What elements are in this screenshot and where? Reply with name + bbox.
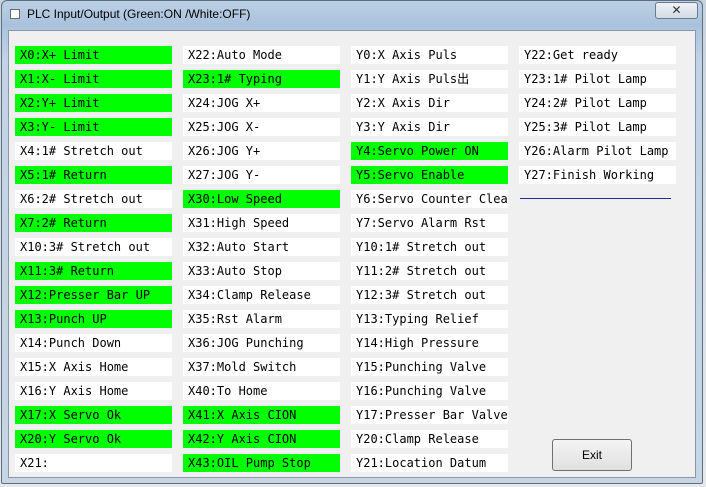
- io-signal-y17: Y17:Presser Bar Valve: [351, 406, 508, 424]
- io-signal-x1: X1:X- Limit: [15, 70, 172, 88]
- io-signal-x6: X6:2# Stretch out: [15, 190, 172, 208]
- io-signal-y23: Y23:1# Pilot Lamp: [519, 70, 676, 88]
- io-signal-y4: Y4:Servo Power ON: [351, 142, 508, 160]
- io-signal-x24: X24:JOG X+: [183, 94, 340, 112]
- io-signal-x27: X27:JOG Y-: [183, 166, 340, 184]
- io-signal-x35: X35:Rst Alarm: [183, 310, 340, 328]
- io-signal-y21: Y21:Location Datum: [351, 454, 508, 472]
- io-signal-y15: Y15:Punching Valve: [351, 358, 508, 376]
- io-signal-x20: X20:Y Servo Ok: [15, 430, 172, 448]
- io-signal-x37: X37:Mold Switch: [183, 358, 340, 376]
- io-signal-y16: Y16:Punching Valve: [351, 382, 508, 400]
- io-signal-x41: X41:X Axis CION: [183, 406, 340, 424]
- io-signal-y1: Y1:Y Axis Puls出: [351, 70, 508, 88]
- io-signal-x40: X40:To Home: [183, 382, 340, 400]
- io-signal-x43: X43:OIL Pump Stop: [183, 454, 340, 472]
- io-signal-x33: X33:Auto Stop: [183, 262, 340, 280]
- io-signal-x17: X17:X Servo Ok: [15, 406, 172, 424]
- io-signal-x32: X32:Auto Start: [183, 238, 340, 256]
- io-signal-x10: X10:3# Stretch out: [15, 238, 172, 256]
- io-signal-y10: Y10:1# Stretch out: [351, 238, 508, 256]
- exit-button[interactable]: Exit: [552, 439, 632, 471]
- io-signal-y25: Y25:3# Pilot Lamp: [519, 118, 676, 136]
- io-signal-y0: Y0:X Axis Puls: [351, 46, 508, 64]
- separator-line: [520, 198, 671, 199]
- io-signal-x36: X36:JOG Punching: [183, 334, 340, 352]
- io-signal-x14: X14:Punch Down: [15, 334, 172, 352]
- io-signal-x0: X0:X+ Limit: [15, 46, 172, 64]
- io-signal-x26: X26:JOG Y+: [183, 142, 340, 160]
- io-signal-y20: Y20:Clamp Release: [351, 430, 508, 448]
- io-signal-y5: Y5:Servo Enable: [351, 166, 508, 184]
- io-signal-x12: X12:Presser Bar UP: [15, 286, 172, 304]
- io-signal-y22: Y22:Get ready: [519, 46, 676, 64]
- io-signal-x30: X30:Low Speed: [183, 190, 340, 208]
- io-signal-x34: X34:Clamp Release: [183, 286, 340, 304]
- io-signal-x7: X7:2# Return: [15, 214, 172, 232]
- io-signal-y12: Y12:3# Stretch out: [351, 286, 508, 304]
- title-bar[interactable]: PLC Input/Output (Green:ON /White:OFF) ✕: [2, 1, 702, 27]
- io-signal-x23: X23:1# Typing: [183, 70, 340, 88]
- io-signal-x5: X5:1# Return: [15, 166, 172, 184]
- io-signal-x2: X2:Y+ Limit: [15, 94, 172, 112]
- io-signal-x11: X11:3# Return: [15, 262, 172, 280]
- io-signal-y6: Y6:Servo Counter Clear: [351, 190, 508, 208]
- io-signal-y14: Y14:High Pressure: [351, 334, 508, 352]
- io-signal-x3: X3:Y- Limit: [15, 118, 172, 136]
- io-signal-x4: X4:1# Stretch out: [15, 142, 172, 160]
- io-signal-x31: X31:High Speed: [183, 214, 340, 232]
- io-signal-x15: X15:X Axis Home: [15, 358, 172, 376]
- close-button[interactable]: ✕: [655, 2, 698, 19]
- io-panel: X0:X+ Limit X1:X- Limit X2:Y+ Limit X3:Y- L…: [8, 30, 696, 478]
- io-signal-x42: X42:Y Axis CION: [183, 430, 340, 448]
- app-icon: [10, 9, 20, 19]
- io-signal-y7: Y7:Servo Alarm Rst: [351, 214, 508, 232]
- io-signal-x21: X21:: [15, 454, 172, 472]
- io-signal-y26: Y26:Alarm Pilot Lamp: [519, 142, 676, 160]
- io-signal-x25: X25:JOG X-: [183, 118, 340, 136]
- io-signal-x16: X16:Y Axis Home: [15, 382, 172, 400]
- io-signal-y11: Y11:2# Stretch out: [351, 262, 508, 280]
- io-signal-y24: Y24:2# Pilot Lamp: [519, 94, 676, 112]
- io-signal-y13: Y13:Typing Relief: [351, 310, 508, 328]
- io-signal-y27: Y27:Finish Working: [519, 166, 676, 184]
- io-signal-y3: Y3:Y Axis Dir: [351, 118, 508, 136]
- io-signal-x22: X22:Auto Mode: [183, 46, 340, 64]
- io-signal-x13: X13:Punch UP: [15, 310, 172, 328]
- window-title: PLC Input/Output (Green:ON /White:OFF): [27, 7, 251, 21]
- plc-io-window: PLC Input/Output (Green:ON /White:OFF) ✕…: [1, 0, 703, 484]
- io-signal-y2: Y2:X Axis Dir: [351, 94, 508, 112]
